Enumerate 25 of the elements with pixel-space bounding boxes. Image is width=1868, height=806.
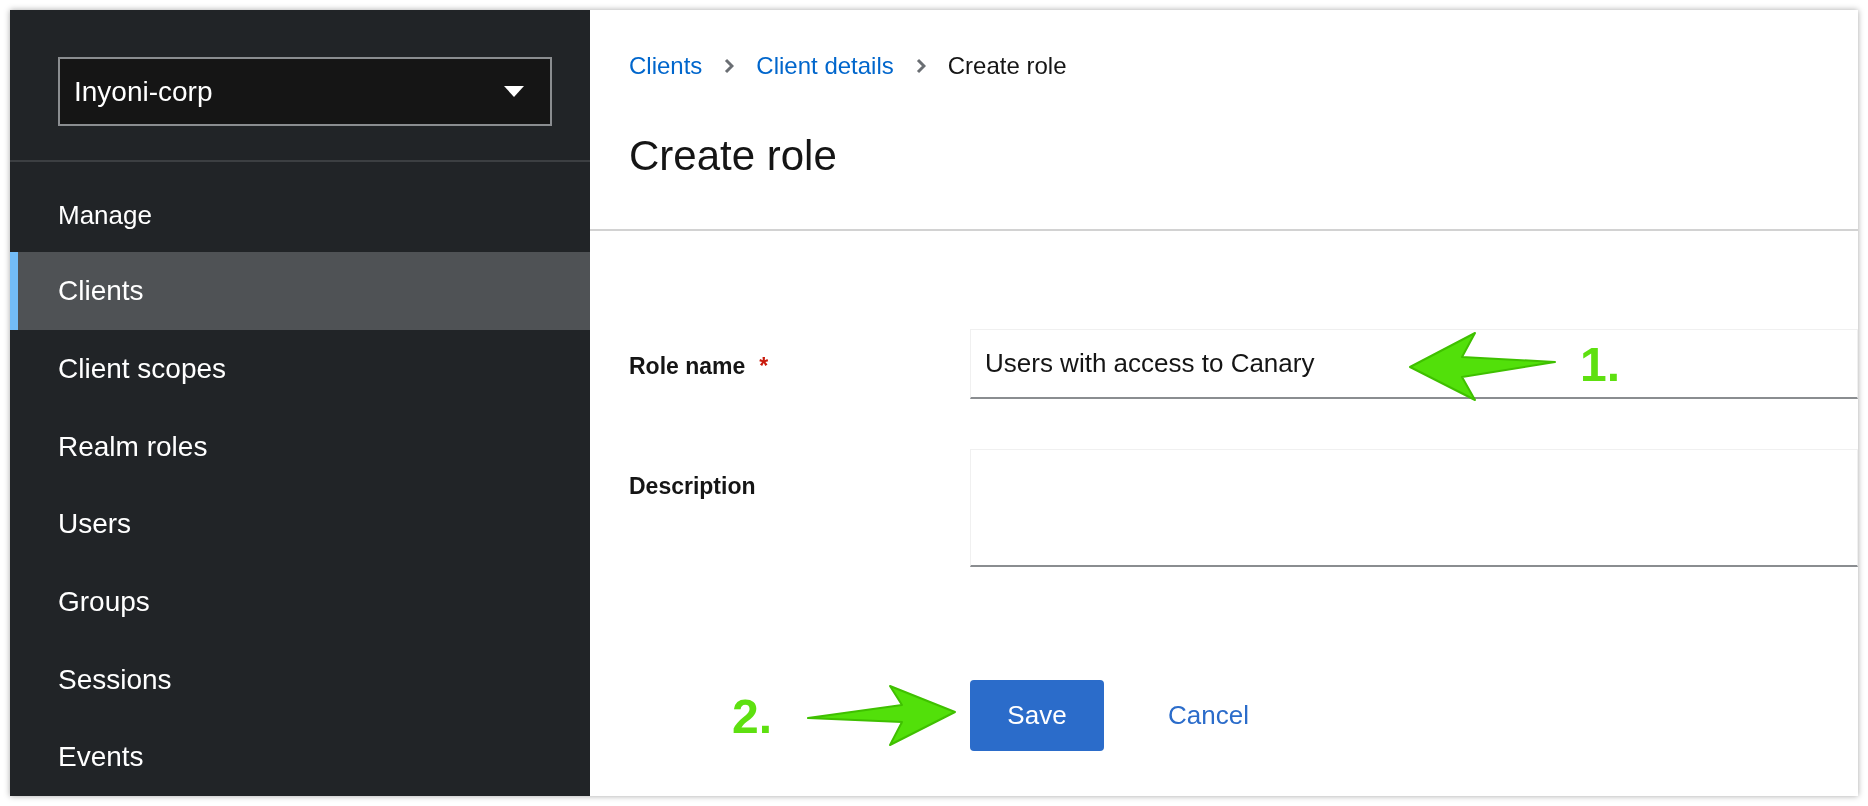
page-title: Create role — [629, 131, 838, 181]
nav-item[interactable]: Clients — [10, 252, 590, 331]
nav-item[interactable]: Events — [10, 718, 590, 796]
chevron-icon — [915, 58, 926, 74]
nav-section-title: Manage — [57, 199, 153, 233]
breadcrumb-current: Create role — [947, 51, 1067, 81]
caret-icon — [504, 85, 524, 98]
nav-item[interactable]: Users — [10, 485, 590, 564]
required-mark: * — [759, 353, 769, 379]
chevron-icon — [724, 58, 735, 74]
realm-name: Inyoni-corp — [74, 74, 213, 109]
field-label: Role name — [629, 353, 746, 379]
save-button[interactable]: Save — [970, 680, 1104, 751]
step-number: 1. — [1580, 341, 1621, 389]
breadcrumb-link[interactable]: Clients — [629, 48, 703, 84]
description-field[interactable] — [970, 449, 1858, 567]
step-number: 2. — [732, 693, 773, 741]
nav-item[interactable]: Groups — [10, 563, 590, 641]
nav-item[interactable]: Realm roles — [10, 407, 590, 486]
nav-item[interactable]: Client scopes — [10, 330, 590, 408]
breadcrumb-link[interactable]: Client details — [756, 48, 894, 84]
field-label: Description — [629, 473, 756, 499]
realm-dropdown[interactable]: Inyoni-corp — [58, 57, 552, 127]
cancel-link[interactable]: Cancel — [1168, 696, 1249, 735]
nav-item[interactable]: Sessions — [10, 640, 590, 719]
